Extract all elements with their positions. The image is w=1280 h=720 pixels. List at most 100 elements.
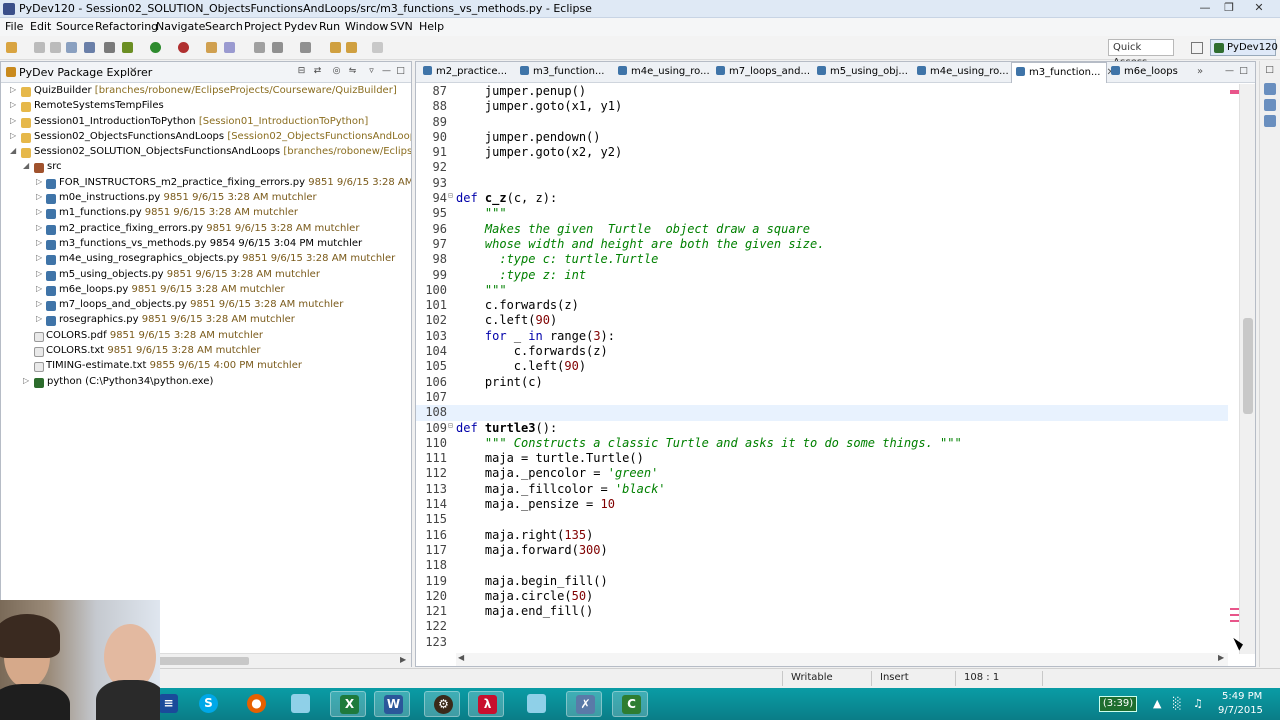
scroll-right-arrow-icon[interactable]: ▶ <box>1218 653 1224 662</box>
editor-vertical-scrollbar[interactable] <box>1239 84 1255 654</box>
tree-item[interactable]: ▷ Session02_ObjectsFunctionsAndLoops [Ses… <box>1 130 411 145</box>
menu-pydev[interactable]: Pydev <box>284 20 317 33</box>
expand-arrow-icon[interactable]: ▷ <box>23 376 31 385</box>
expand-arrow-icon[interactable]: ▷ <box>10 85 18 94</box>
tree-item[interactable]: ▷ python (C:\Python34\python.exe) <box>1 375 411 390</box>
tree-item[interactable]: COLORS.pdf 9851 9/6/15 3:28 AM mutchler <box>1 329 411 344</box>
taskbar-explorer[interactable] <box>282 691 318 717</box>
volume-icon[interactable]: ♫ <box>1193 697 1203 710</box>
tree-item[interactable]: ▷ rosegraphics.py 9851 9/6/15 3:28 AM mut… <box>1 313 411 328</box>
code-line[interactable]: 104 c.forwards(z) <box>416 344 1228 359</box>
code-line[interactable]: 93 <box>416 176 1228 191</box>
network-icon[interactable]: ░ <box>1173 697 1181 710</box>
minimize-editor-icon[interactable]: — <box>1224 66 1235 77</box>
close-button[interactable]: ✕ <box>1244 0 1274 16</box>
expand-arrow-icon[interactable]: ▷ <box>36 284 44 293</box>
code-line[interactable]: 90 jumper.pendown() <box>416 130 1228 145</box>
expand-arrow-icon[interactable]: ▷ <box>36 253 44 262</box>
fold-toggle-icon[interactable]: ⊟ <box>448 191 453 200</box>
save-icon[interactable] <box>34 42 45 53</box>
toggle-mark-icon[interactable] <box>254 42 265 53</box>
tree-item[interactable]: ▷ m0e_instructions.py 9851 9/6/15 3:28 AM… <box>1 191 411 206</box>
code-line[interactable]: 95 """ <box>416 206 1228 221</box>
expand-arrow-icon[interactable]: ▷ <box>36 177 44 186</box>
search-icon[interactable] <box>224 42 235 53</box>
collapse-all-icon[interactable]: ⊟ <box>296 66 307 77</box>
print-icon[interactable] <box>66 42 77 53</box>
code-line[interactable]: 97 whose width and height are both the g… <box>416 237 1228 252</box>
expand-arrow-icon[interactable]: ▷ <box>10 116 18 125</box>
code-line[interactable]: 109 ⊟ def turtle3(): <box>416 421 1228 436</box>
clock-time[interactable]: 5:49 PM <box>1222 691 1262 702</box>
menu-window[interactable]: Window <box>345 20 388 33</box>
scroll-left-arrow-icon[interactable]: ◀ <box>458 653 464 662</box>
scroll-right-arrow-icon[interactable]: ▶ <box>400 655 406 664</box>
expand-arrow-icon[interactable]: ▷ <box>36 314 44 323</box>
tab-overflow-icon[interactable]: » <box>1197 66 1203 77</box>
annotation-marker[interactable] <box>1230 608 1239 610</box>
expand-arrow-icon[interactable]: ▷ <box>10 131 18 140</box>
expand-arrow-icon[interactable]: ▷ <box>36 269 44 278</box>
last-edit-icon[interactable] <box>330 42 341 53</box>
link-editor-icon[interactable]: ⇄ <box>312 66 323 77</box>
editor-tab[interactable]: m7_loops_and... <box>712 62 812 83</box>
taskbar-eclipse[interactable]: C <box>612 691 648 717</box>
editor-tab[interactable]: m3_function... <box>516 62 614 83</box>
code-line[interactable]: 118 <box>416 558 1228 573</box>
expand-arrow-icon[interactable]: ▷ <box>36 238 44 247</box>
code-line[interactable]: 89 <box>416 115 1228 130</box>
tree-item[interactable]: ▷ m2_practice_fixing_errors.py 9851 9/6/1… <box>1 222 411 237</box>
collapse-arrow-icon[interactable]: ◢ <box>10 146 18 155</box>
menu-edit[interactable]: Edit <box>30 20 51 33</box>
code-line[interactable]: 114 maja._pensize = 10 <box>416 497 1228 512</box>
build-icon[interactable] <box>84 42 95 53</box>
tree-item[interactable]: ▷ Session01_IntroductionToPython [Session… <box>1 115 411 130</box>
minimize-view-icon[interactable]: — <box>381 66 392 77</box>
editor-tab[interactable]: m2_practice... <box>419 62 515 83</box>
menu-help[interactable]: Help <box>419 20 444 33</box>
tree-item[interactable]: ▷ QuizBuilder [branches/robonew/EclipsePr… <box>1 84 411 99</box>
code-line[interactable]: 102 c.left(90) <box>416 313 1228 328</box>
tree-item[interactable]: ▷ m1_functions.py 9851 9/6/15 3:28 AM mut… <box>1 206 411 221</box>
collapse-arrow-icon[interactable]: ◢ <box>23 161 31 170</box>
code-line[interactable]: 98 :type c: turtle.Turtle <box>416 252 1228 267</box>
quick-access-field[interactable]: Quick Access <box>1108 39 1174 68</box>
maximize-view-icon[interactable]: □ <box>395 66 406 77</box>
code-line[interactable]: 123 <box>416 635 1228 650</box>
menu-navigate[interactable]: Navigate <box>156 20 205 33</box>
editor-tab[interactable]: m6e_loops <box>1107 62 1193 83</box>
expand-arrow-icon[interactable]: ▷ <box>36 299 44 308</box>
menu-refactoring[interactable]: Refactoring <box>95 20 158 33</box>
battery-indicator[interactable]: (3:39) <box>1099 696 1137 712</box>
code-line[interactable]: 88 jumper.goto(x1, y1) <box>416 99 1228 114</box>
open-type-icon[interactable] <box>206 42 217 53</box>
prev-annotation-icon[interactable] <box>300 42 311 53</box>
code-line[interactable]: 116 maja.right(135) <box>416 528 1228 543</box>
menu-file[interactable]: File <box>5 20 23 33</box>
tree-item[interactable]: ◢ Session02_SOLUTION_ObjectsFunctionsAndL… <box>1 145 411 160</box>
tree-item[interactable]: ▷ m7_loops_and_objects.py 9851 9/6/15 3:2… <box>1 298 411 313</box>
annotation-marker[interactable] <box>1230 620 1239 622</box>
taskbar-app[interactable]: ✗ <box>566 691 602 717</box>
tree-item[interactable]: ▷ RemoteSystemsTempFiles <box>1 99 411 114</box>
perspective-button[interactable]: PyDev120 <box>1210 39 1278 56</box>
tree-item[interactable]: ▷ FOR_INSTRUCTORS_m2_practice_fixing_erro… <box>1 176 411 191</box>
code-line[interactable]: 115 <box>416 512 1228 527</box>
code-line[interactable]: 121 maja.end_fill() <box>416 604 1228 619</box>
code-line[interactable]: 94 ⊟ def c_z(c, z): <box>416 191 1228 206</box>
code-line[interactable]: 99 :type z: int <box>416 268 1228 283</box>
tree-item[interactable]: ▷ m6e_loops.py 9851 9/6/15 3:28 AM mutchl… <box>1 283 411 298</box>
editor-tab[interactable]: m4e_using_ro... <box>913 62 1011 83</box>
tree-item[interactable]: TIMING-estimate.txt 9855 9/6/15 4:00 PM … <box>1 359 411 374</box>
restore-icon[interactable]: □ <box>1264 65 1275 76</box>
show-hidden-icons-icon[interactable]: ▲ <box>1153 697 1161 710</box>
outline-view-icon[interactable] <box>1264 83 1276 95</box>
tree-item[interactable]: ▷ m3_functions_vs_methods.py 9854 9/6/15 … <box>1 237 411 252</box>
expand-arrow-icon[interactable]: ▷ <box>36 192 44 201</box>
tree-item[interactable]: ◢ src <box>1 160 411 175</box>
code-line[interactable]: 117 maja.forward(300) <box>416 543 1228 558</box>
code-line[interactable]: 120 maja.circle(50) <box>416 589 1228 604</box>
minimize-button[interactable]: — <box>1192 0 1218 16</box>
code-area[interactable]: 87 jumper.penup() 88 jumper.goto(x1, y1) 8… <box>416 84 1228 654</box>
maximize-button[interactable]: ❐ <box>1216 0 1242 16</box>
